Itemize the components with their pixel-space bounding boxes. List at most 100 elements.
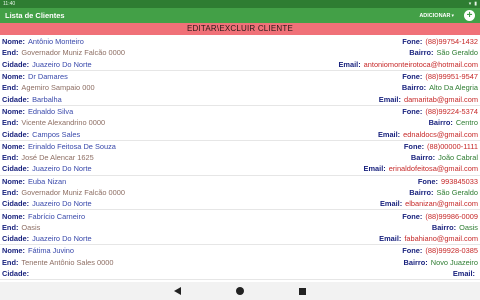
nome-value: Erinaldo Feitosa De Souza <box>28 141 116 151</box>
nome-value: Fátima Juvino <box>28 246 75 256</box>
client-field-end: End: Oasis <box>2 223 40 232</box>
add-client-button[interactable]: ADICIONAR ▾ <box>419 13 454 19</box>
client-field-cidade: Cidade: Juazeiro Do Norte <box>2 199 92 208</box>
bairro-value: São Geraldo <box>436 48 479 58</box>
client-field-nome: Nome: Erinaldo Feitosa De Souza <box>2 142 116 151</box>
end-value: Oasis <box>21 222 41 232</box>
client-item[interactable]: Nome: Dr Damares Fone: (88)99951-9547 End: Ag… <box>0 71 480 106</box>
client-field-email: Email: erinaldofeitosa@gmail.com <box>364 164 478 173</box>
nome-label: Nome: <box>2 141 25 151</box>
email-label: Email: <box>377 129 401 139</box>
fone-label: Fone: <box>402 246 423 256</box>
client-row: Nome: Antônio Monteiro Fone: (88)99754-1432 <box>2 36 478 47</box>
cidade-label: Cidade: <box>2 129 30 139</box>
client-field-cidade: Cidade: Campos Sales <box>2 130 80 139</box>
client-field-nome: Nome: Ednaldo Silva <box>2 107 73 116</box>
cidade-value: Juazeiro Do Norte <box>32 234 92 244</box>
client-field-cidade: Cidade: Juazeiro Do Norte <box>2 234 92 243</box>
app-bar: Lista de Clientes ADICIONAR ▾ + <box>0 8 480 23</box>
nav-bar <box>0 282 480 300</box>
section-header: EDITAR\EXCLUIR CLIENTE <box>0 23 480 35</box>
email-value: damaritab@gmail.com <box>403 94 478 104</box>
client-field-bairro: Bairro: João Cabral <box>411 153 478 162</box>
client-row: Cidade: Juazeiro Do Norte Email: elbanizan@… <box>2 198 478 209</box>
client-field-bairro: Bairro: Alto Da Alegria <box>402 83 478 92</box>
bairro-label: Bairro: <box>409 48 434 58</box>
bairro-value: São Geraldo <box>436 188 479 197</box>
client-field-fone: Fone: 993845033 <box>418 177 478 186</box>
client-row: Nome: Erinaldo Feitosa De Souza Fone: (88)0… <box>2 141 478 152</box>
end-label: End: <box>2 83 19 93</box>
bairro-label: Bairro: <box>409 188 434 197</box>
back-icon[interactable] <box>174 287 181 295</box>
client-field-nome: Nome: Fátima Juvino <box>2 246 74 255</box>
cidade-label: Cidade: <box>2 234 30 244</box>
client-field-email: Email: antoniomonteirotoca@hotmail.com <box>338 60 478 69</box>
end-value: Governador Muniz Falcão 0000 <box>21 48 125 58</box>
client-row: Nome: Fátima Juvino Fone: (88)99928-0385 <box>2 245 478 256</box>
end-value: Governador Muniz Falcão 0000 <box>21 188 125 197</box>
client-field-fone: Fone: (88)99224-5374 <box>402 107 478 116</box>
bairro-label: Bairro: <box>410 153 436 163</box>
client-row: End: Tenente Antônio Sales 0000 Bairro: Nov… <box>2 257 478 268</box>
fone-label: Fone: <box>402 37 423 47</box>
client-list[interactable]: Nome: Antônio Monteiro Fone: (88)99754-1432… <box>0 36 480 282</box>
end-label: End: <box>2 118 19 128</box>
client-row: Cidade: Juazeiro Do Norte Email: antoniomon… <box>2 59 478 70</box>
client-field-cidade: Cidade: Barbalha <box>2 95 62 104</box>
client-field-email: Email: elbanizan@gmail.com <box>380 199 478 208</box>
nome-label: Nome: <box>2 211 25 221</box>
end-label: End: <box>2 153 19 163</box>
client-field-nome: Nome: Antônio Monteiro <box>2 37 84 46</box>
bairro-label: Bairro: <box>428 118 453 128</box>
cidade-value: Campos Sales <box>32 129 81 139</box>
email-label: Email: <box>378 94 401 104</box>
client-field-end: End: Governador Muniz Falcão 0000 <box>2 188 125 197</box>
end-value: José De Alencar 1625 <box>21 153 94 163</box>
client-field-fone: Fone: (88)00000-1111 <box>404 142 478 151</box>
client-field-end: End: Agemiro Sampaio 000 <box>2 83 95 92</box>
cidade-value: Juazeiro Do Norte <box>32 199 92 209</box>
client-row: End: Governador Muniz Falcão 0000 Bairro: S… <box>2 187 478 198</box>
bairro-value: Novo Juazeiro <box>430 257 478 267</box>
client-item[interactable]: Nome: Euba Nizan Fone: 993845033 End: Governa… <box>0 176 480 211</box>
nome-label: Nome: <box>2 37 25 47</box>
fone-value: (88)99951-9547 <box>425 72 478 82</box>
bairro-value: João Cabral <box>438 153 478 163</box>
client-field-cidade: Cidade: <box>2 269 32 278</box>
bairro-value: Alto Da Alegria <box>429 83 478 93</box>
recents-icon[interactable] <box>299 287 306 295</box>
client-row: End: José De Alencar 1625 Bairro: João Cabr… <box>2 152 478 163</box>
end-label: End: <box>2 222 19 232</box>
client-field-fone: Fone: (88)99928-0385 <box>402 246 478 255</box>
home-icon[interactable] <box>236 287 244 295</box>
client-field-fone: Fone: (88)99951-9547 <box>402 72 478 81</box>
status-time: 11:40 <box>3 1 16 7</box>
client-item[interactable]: Nome: Fátima Juvino Fone: (88)99928-0385 End… <box>0 245 480 281</box>
client-item[interactable]: Nome: Fabrício Carneiro Fone: (88)99986-000… <box>0 210 480 246</box>
client-item[interactable]: Nome: Antônio Monteiro Fone: (88)99754-1432… <box>0 36 480 71</box>
cidade-label: Cidade: <box>2 59 30 69</box>
wifi-icon: ▾ <box>468 1 472 7</box>
client-field-email: Email: <box>453 269 478 278</box>
nome-value: Fabrício Carneiro <box>28 211 86 221</box>
nome-label: Nome: <box>2 72 25 82</box>
end-label: End: <box>2 257 19 267</box>
fone-value: (88)00000-1111 <box>427 141 478 151</box>
email-value: ednaldocs@gmail.com <box>403 129 478 139</box>
client-field-bairro: Bairro: Novo Juazeiro <box>404 258 478 267</box>
email-label: Email: <box>379 234 402 244</box>
cidade-label: Cidade: <box>2 269 30 279</box>
end-value: Vicente Alexandrino 0000 <box>21 118 106 128</box>
add-icon[interactable]: + <box>464 10 475 21</box>
client-field-cidade: Cidade: Juazeiro Do Norte <box>2 60 92 69</box>
client-field-nome: Nome: Fabrício Carneiro <box>2 212 85 221</box>
email-label: Email: <box>452 269 475 279</box>
fone-value: (88)99986-0009 <box>425 211 478 221</box>
client-item[interactable]: Nome: Ednaldo Silva Fone: (88)99224-5374 End… <box>0 106 480 141</box>
bairro-value: Centro <box>455 118 478 128</box>
app-title: Lista de Clientes <box>5 11 65 20</box>
client-item[interactable]: Nome: Erinaldo Feitosa De Souza Fone: (88)0… <box>0 141 480 176</box>
client-field-bairro: Bairro: Oasis <box>432 223 478 232</box>
client-field-cidade: Cidade: Juazeiro Do Norte <box>2 164 92 173</box>
